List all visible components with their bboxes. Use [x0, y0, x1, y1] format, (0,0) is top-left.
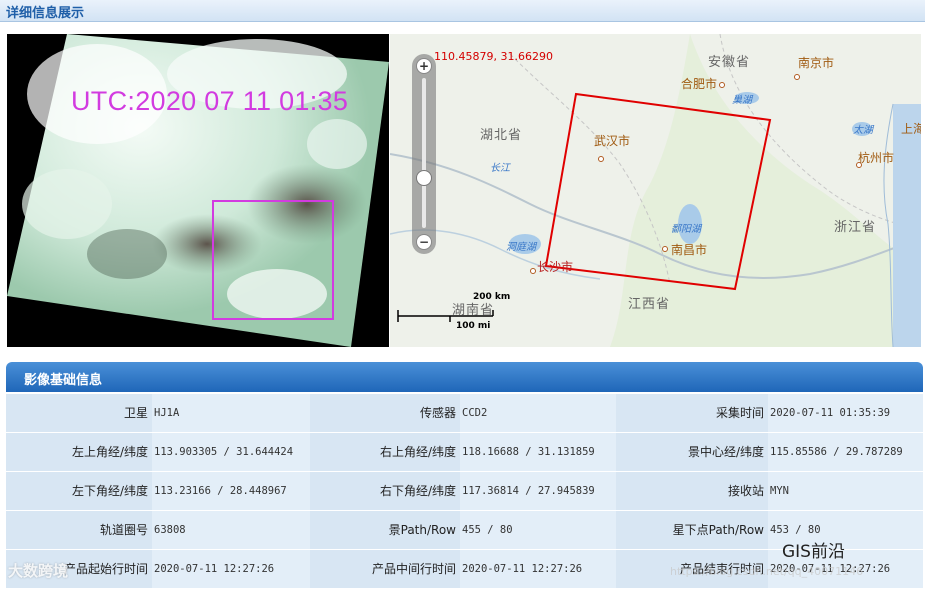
field-label: 传感器: [310, 394, 460, 432]
field-value: 118.16688 / 31.131859: [460, 433, 616, 471]
map-label-province: 安徽省: [708, 55, 751, 70]
map-label-water: 巢湖: [732, 95, 752, 106]
table-row: 左上角经/纬度 113.903305 / 31.644424 右上角经/纬度 1…: [6, 433, 923, 472]
city-marker: [598, 156, 604, 162]
field-value: 2020-07-11 12:27:26: [460, 550, 616, 588]
field-value: CCD2: [460, 394, 616, 432]
satellite-image: [7, 34, 389, 347]
field-label: 右下角经/纬度: [310, 472, 460, 510]
map-label-city: 上海: [901, 122, 921, 136]
field-value: MYN: [768, 472, 923, 510]
field-label: 左下角经/纬度: [6, 472, 152, 510]
map-label-water: 长江: [490, 163, 510, 174]
field-value: 2020-07-11 01:35:39: [768, 394, 923, 432]
satellite-image-panel: UTC:2020 07 11 01:35: [7, 34, 389, 347]
table-row: 卫星 HJ1A 传感器 CCD2 采集时间 2020-07-11 01:35:3…: [6, 394, 923, 433]
city-marker: [794, 74, 800, 80]
map-label-city: 武汉市: [594, 134, 631, 148]
map-label-city: 合肥市: [681, 77, 718, 91]
field-label: 景中心经/纬度: [616, 433, 768, 471]
field-label: 星下点Path/Row: [616, 511, 768, 549]
field-label: 接收站: [616, 472, 768, 510]
map-label-city: 南昌市: [671, 243, 708, 257]
field-label: 右上角经/纬度: [310, 433, 460, 471]
field-value: 63808: [152, 511, 310, 549]
field-label: 景Path/Row: [310, 511, 460, 549]
city-marker: [719, 82, 725, 88]
info-section-header: 影像基础信息: [6, 362, 923, 392]
cursor-coordinate-readout: 110.45879, 31.66290: [434, 50, 553, 63]
city-marker: [662, 246, 668, 252]
detail-header-bar: 详细信息展示: [0, 0, 925, 22]
map-label-city: 长沙市: [537, 260, 574, 274]
field-label: 轨道圈号: [6, 511, 152, 549]
field-label: 采集时间: [616, 394, 768, 432]
field-label: 左上角经/纬度: [6, 433, 152, 471]
field-label: 产品中间行时间: [310, 550, 460, 588]
watermark-url: https://blog.csdn.net/qq_40071146: [670, 565, 864, 578]
field-value: 113.903305 / 31.644424: [152, 433, 310, 471]
map-label-province: 湖北省: [480, 128, 523, 143]
preview-area: UTC:2020 07 11 01:35 110.45879, 31.66290…: [0, 22, 925, 357]
field-value: 2020-07-11 12:27:26: [152, 550, 310, 588]
watermark-right: GIS前沿: [782, 542, 845, 562]
info-section-title: 影像基础信息: [24, 373, 103, 388]
field-label: 卫星: [6, 394, 152, 432]
field-value: HJ1A: [152, 394, 310, 432]
page-title: 详细信息展示: [6, 6, 85, 21]
utc-label: UTC:2020 07 11 01:35: [71, 86, 349, 116]
map-label-city: 杭州市: [858, 151, 895, 165]
map-label-water: 太湖: [853, 125, 873, 136]
map-label-water: 鄱阳湖: [671, 224, 701, 235]
field-value: 117.36814 / 27.945839: [460, 472, 616, 510]
city-marker: [530, 268, 536, 274]
field-value: 115.85586 / 29.787289: [768, 433, 923, 471]
table-row: 左下角经/纬度 113.23166 / 28.448967 右下角经/纬度 11…: [6, 472, 923, 511]
field-value: 113.23166 / 28.448967: [152, 472, 310, 510]
watermark-left: 大数跨境: [8, 562, 69, 580]
map-label-province: 浙江省: [834, 220, 877, 235]
zoom-slider-track[interactable]: [422, 78, 426, 228]
map-label-province: 江西省: [628, 297, 671, 312]
map-label-city: 南京市: [798, 56, 835, 70]
zoom-in-icon[interactable]: +: [416, 58, 432, 74]
scale-bar-km: 200 km: [473, 292, 511, 302]
field-value: 455 / 80: [460, 511, 616, 549]
zoom-slider-handle[interactable]: [416, 170, 432, 186]
zoom-out-icon[interactable]: −: [416, 234, 432, 250]
scale-bar-mi: 100 mi: [456, 321, 491, 331]
map-view[interactable]: 110.45879, 31.66290 安徽省 湖北省 浙江省 江西省 湖南省 …: [390, 34, 921, 347]
map-label-water: 洞庭湖: [506, 242, 536, 253]
